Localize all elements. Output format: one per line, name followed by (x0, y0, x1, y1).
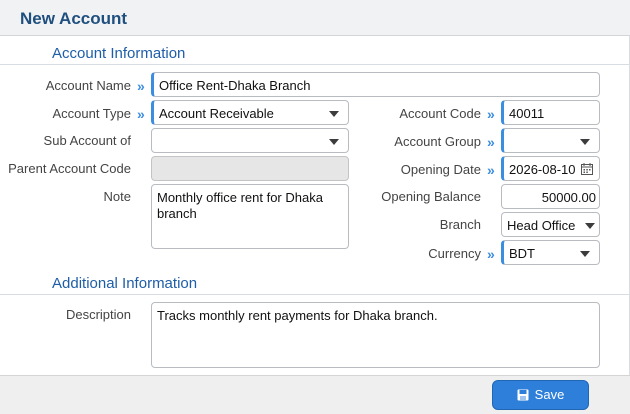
note-label: Note (103, 189, 131, 204)
parent-account-code-label: Parent Account Code (8, 161, 131, 176)
note-value: Monthly office rent for Dhaka branch (157, 190, 323, 221)
section-title-account-information: Account Information (52, 45, 186, 62)
required-marker-icon: » (137, 106, 145, 122)
note-textarea[interactable]: Monthly office rent for Dhaka branch (151, 184, 349, 249)
description-label: Description (65, 307, 131, 322)
account-group-select[interactable] (501, 128, 600, 153)
opening-balance-input[interactable]: 50000.00 (501, 184, 600, 209)
sub-account-of-select[interactable] (151, 128, 349, 153)
branch-label: Branch (439, 217, 481, 232)
description-value: Tracks monthly rent payments for Dhaka b… (157, 308, 438, 323)
account-code-input[interactable]: 40011 (501, 100, 600, 125)
branch-select[interactable]: Head Office (501, 212, 600, 237)
section-divider (0, 294, 630, 295)
section-title-additional-information: Additional Information (52, 275, 198, 292)
opening-date-value: 2026-08-10 (509, 162, 576, 177)
required-marker-icon: » (487, 106, 495, 122)
account-name-input[interactable]: Office Rent-Dhaka Branch (151, 72, 600, 97)
account-code-value: 40011 (509, 106, 545, 121)
calendar-icon[interactable] (581, 163, 593, 175)
description-textarea[interactable]: Tracks monthly rent payments for Dhaka b… (151, 302, 600, 368)
required-marker-icon: » (487, 162, 495, 178)
save-button[interactable]: Save (492, 380, 589, 410)
caret-down-icon (329, 111, 339, 117)
currency-select[interactable]: BDT (501, 240, 600, 265)
required-marker-icon: » (487, 134, 495, 150)
account-name-value: Office Rent-Dhaka Branch (159, 78, 311, 93)
dialog-header: New Account (0, 0, 630, 36)
opening-balance-value: 50000.00 (541, 190, 596, 205)
branch-value: Head Office (507, 218, 576, 233)
save-button-label: Save (534, 387, 565, 402)
caret-down-icon (580, 251, 590, 257)
opening-date-label: Opening Date (400, 162, 481, 177)
account-type-select[interactable]: Account Receivable (151, 100, 349, 125)
currency-value: BDT (509, 246, 535, 261)
opening-balance-label: Opening Balance (381, 189, 481, 204)
account-name-label: Account Name (45, 78, 131, 93)
opening-date-input[interactable]: 2026-08-10 (501, 156, 600, 181)
parent-account-code-input (151, 156, 349, 181)
account-group-label: Account Group (394, 134, 481, 149)
required-marker-icon: » (487, 246, 495, 262)
account-type-value: Account Receivable (159, 106, 274, 121)
section-divider (0, 64, 630, 65)
required-marker-icon: » (137, 78, 145, 94)
caret-down-icon (585, 223, 595, 229)
account-code-label: Account Code (399, 106, 481, 121)
floppy-disk-icon (517, 389, 529, 401)
currency-label: Currency (428, 246, 481, 261)
account-type-label: Account Type (52, 106, 131, 121)
dialog-title: New Account (20, 9, 128, 28)
sub-account-of-label: Sub Account of (43, 133, 131, 148)
caret-down-icon (580, 139, 590, 145)
caret-down-icon (329, 139, 339, 145)
